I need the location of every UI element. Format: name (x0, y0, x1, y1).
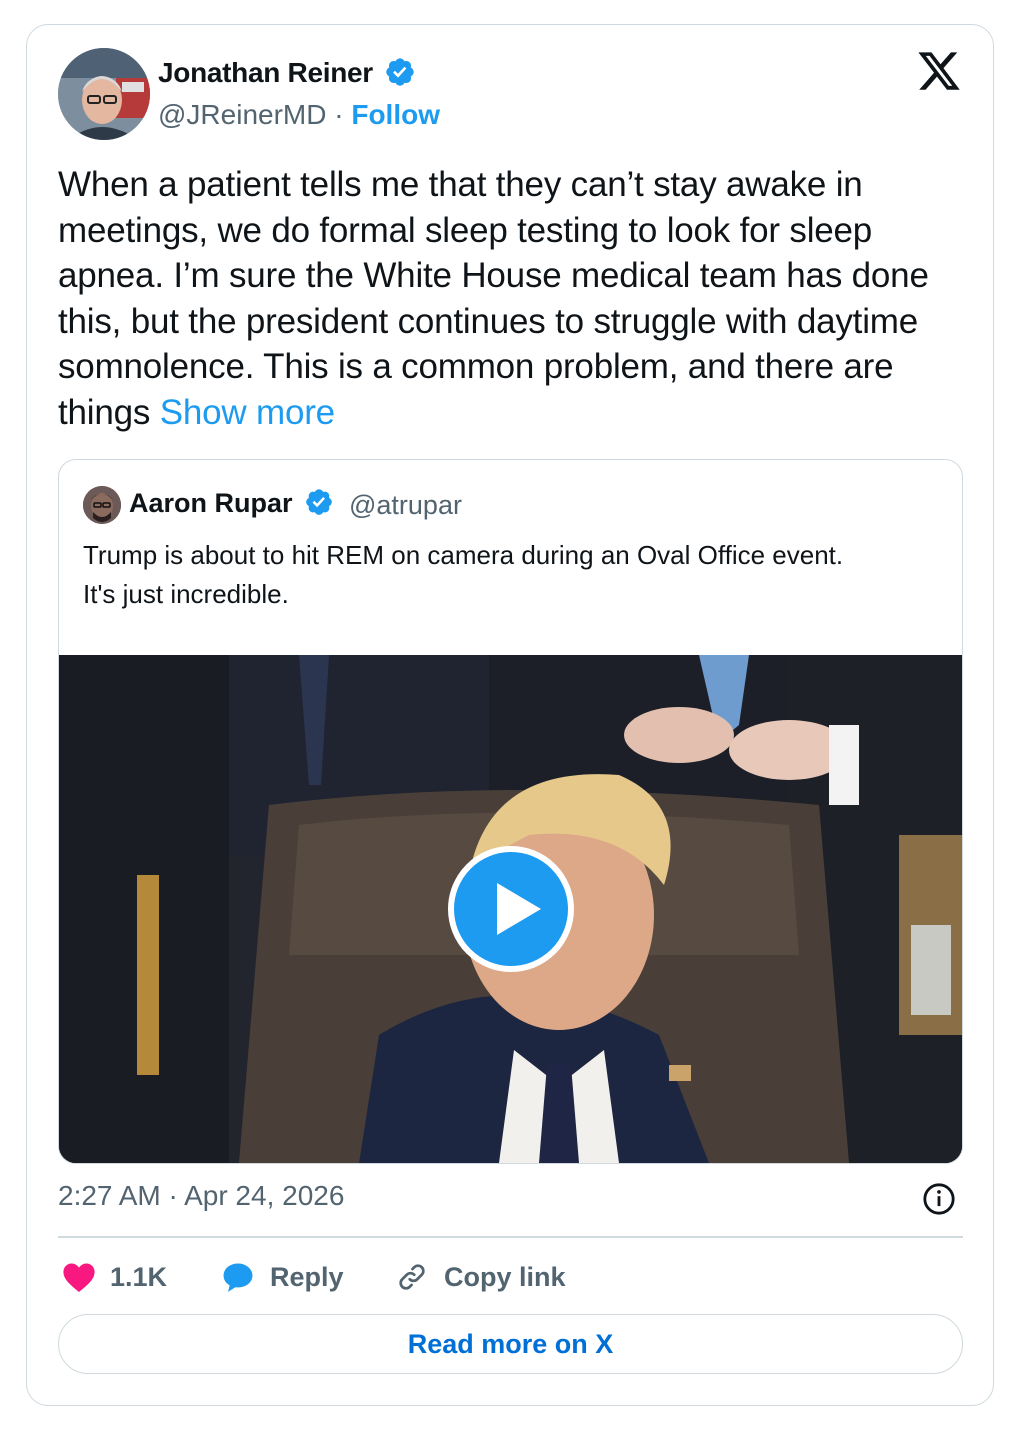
info-icon[interactable] (922, 1182, 956, 1216)
tweet-text: When a patient tells me that they can’t … (58, 162, 978, 436)
copy-link-button[interactable]: Copy link (394, 1256, 566, 1298)
show-more-link[interactable]: Show more (160, 393, 335, 432)
follow-button[interactable]: Follow (351, 99, 440, 130)
reply-bubble-icon (223, 1263, 253, 1292)
like-count: 1.1K (110, 1261, 168, 1292)
quoted-text-line-2: It's just incredible. (83, 579, 289, 609)
like-button[interactable]: 1.1K (62, 1256, 167, 1298)
author-handle-row: @JReinerMD · Follow (158, 99, 440, 131)
reply-label: Reply (270, 1261, 344, 1292)
quoted-text-line-1: Trump is about to hit REM on camera duri… (83, 540, 844, 570)
link-icon (399, 1264, 425, 1290)
divider (58, 1236, 963, 1238)
author-avatar-image (58, 48, 150, 140)
heart-icon (63, 1263, 95, 1293)
quoted-verified-badge-icon (306, 489, 332, 515)
author-avatar[interactable] (58, 48, 150, 140)
author-handle[interactable]: @JReinerMD (158, 99, 326, 130)
quoted-author-name[interactable]: Aaron Rupar (129, 488, 293, 518)
quoted-author-avatar[interactable] (83, 486, 121, 524)
quoted-tweet[interactable]: Aaron Rupar @atrupar Trump is about to h… (58, 459, 963, 1164)
quoted-avatar-image (83, 486, 121, 524)
read-more-on-x-button[interactable]: Read more on X (58, 1314, 963, 1374)
copy-link-label: Copy link (444, 1261, 566, 1292)
reply-button[interactable]: Reply (220, 1256, 344, 1298)
quoted-author-handle[interactable]: @atrupar (349, 490, 462, 521)
author-name[interactable]: Jonathan Reiner (158, 57, 373, 88)
tweet-body: When a patient tells me that they can’t … (58, 165, 929, 432)
author-name-row[interactable]: Jonathan Reiner (158, 56, 416, 89)
handle-separator: · (326, 99, 352, 130)
x-logo-icon[interactable] (916, 48, 962, 94)
tweet-timestamp[interactable]: 2:27 AM · Apr 24, 2026 (58, 1180, 344, 1212)
video-thumbnail[interactable] (59, 655, 962, 1163)
play-icon[interactable] (447, 845, 575, 973)
verified-badge-icon (386, 58, 415, 86)
quoted-tweet-text: Trump is about to hit REM on camera duri… (83, 536, 953, 614)
quoted-author-name-row[interactable]: Aaron Rupar (129, 487, 334, 519)
